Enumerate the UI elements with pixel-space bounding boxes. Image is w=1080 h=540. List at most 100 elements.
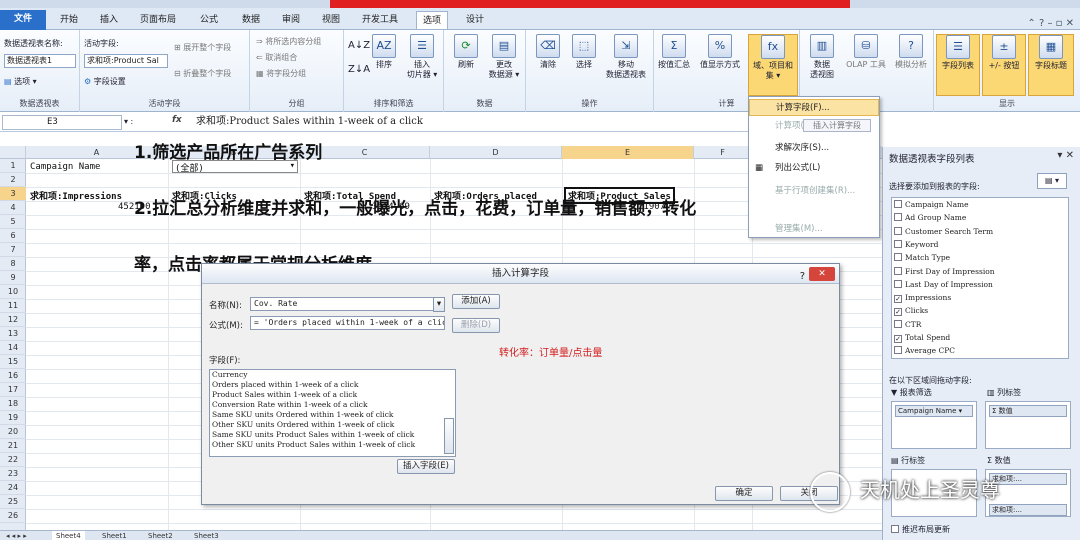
name-box-dropdown-icon[interactable]: ▾ : (124, 117, 133, 126)
insert-field-button[interactable]: 插入字段(E) (397, 459, 455, 474)
move-pivot-button[interactable]: ⇲ 移动 数据透视表 (602, 34, 650, 80)
row-header[interactable]: 21 (0, 439, 26, 453)
field-item[interactable]: Campaign Name (894, 200, 969, 209)
dialog-close-icon[interactable]: ✕ (809, 267, 835, 281)
pane-close-icon[interactable]: ▾ ✕ (1057, 150, 1074, 161)
active-field-input[interactable]: 求和项:Product Sal (84, 54, 168, 68)
pivot-name-input[interactable]: 数据透视表1 (4, 54, 76, 68)
field-item[interactable]: Ad Group Name (894, 213, 966, 222)
insert-slicer-button[interactable]: ☰ 插入 切片器 ▾ (402, 34, 442, 80)
field-item[interactable]: Customer Search Term (894, 226, 993, 236)
field-item[interactable]: Keyword (894, 239, 938, 249)
filter-chip[interactable]: Campaign Name ▾ (895, 405, 973, 417)
field-item[interactable]: ✓ Clicks (894, 306, 928, 317)
row-header[interactable]: 17 (0, 383, 26, 397)
field-item[interactable]: ✓ Impressions (894, 293, 951, 304)
sheet-tab-sheet3[interactable]: Sheet3 (190, 531, 223, 540)
row-header[interactable]: 2 (0, 173, 26, 187)
row-header[interactable]: 1 (0, 159, 26, 173)
field-checkbox-list[interactable]: Campaign Name Ad Group Name Customer Searc… (891, 197, 1069, 359)
name-dropdown-icon[interactable]: ▾ (433, 297, 445, 312)
field-list-button[interactable]: ☰ 字段列表 (936, 34, 980, 96)
field-item[interactable]: Last Day of Impression (894, 279, 993, 289)
tab-developer[interactable]: 开发工具 (356, 11, 404, 29)
tab-data[interactable]: 数据 (236, 11, 266, 29)
add-button[interactable]: 添加(A) (452, 294, 500, 309)
collapse-field-button[interactable]: ⊟ 折叠整个字段 (174, 68, 231, 79)
menu-item-create-set-rows[interactable]: 基于行项创建集(R)... (749, 183, 879, 200)
row-header[interactable]: 5 (0, 215, 26, 229)
ungroup-button[interactable]: ⇐ 取消组合 (256, 52, 297, 63)
row-header[interactable]: 6 (0, 229, 26, 243)
refresh-button[interactable]: ⟳ 刷新 (446, 34, 486, 70)
delete-button[interactable]: 删除(D) (452, 318, 500, 333)
options-button[interactable]: ▤ 选项 ▾ (4, 76, 37, 87)
row-header[interactable]: 15 (0, 355, 26, 369)
minimize-ribbon-icon[interactable]: ⌃ (1027, 18, 1035, 29)
row-header[interactable]: 4 (0, 201, 26, 215)
group-selection-button[interactable]: ⇒ 将所选内容分组 (256, 36, 321, 47)
column-header-d[interactable]: D (430, 146, 562, 159)
sheet-tab-sheet1[interactable]: Sheet1 (98, 531, 131, 540)
field-headers-button[interactable]: ▦ 字段标题 (1028, 34, 1074, 96)
row-header[interactable]: 24 (0, 481, 26, 495)
change-source-button[interactable]: ▤ 更改 数据源 ▾ (484, 34, 524, 80)
checkbox-icon[interactable]: ✓ (894, 308, 902, 317)
row-header[interactable]: 16 (0, 369, 26, 383)
row-header[interactable]: 7 (0, 243, 26, 257)
fields-items-sets-button[interactable]: fx 域、项目和 集 ▾ (748, 34, 798, 96)
tab-page-layout[interactable]: 页面布局 (134, 11, 182, 29)
field-item[interactable]: First Day of Impression (894, 266, 995, 276)
field-list-item[interactable]: Other SKU units Ordered within 1-week of… (212, 421, 394, 429)
plus-minus-button[interactable]: ± +/- 按钮 (982, 34, 1026, 96)
field-list-item[interactable]: Currency (212, 371, 247, 379)
checkbox-icon[interactable]: ✓ (894, 335, 902, 343)
checkbox-icon[interactable] (894, 346, 902, 355)
select-all-corner[interactable] (0, 146, 26, 159)
tab-view[interactable]: 视图 (316, 11, 346, 29)
cell-a1[interactable]: Campaign Name (30, 162, 100, 172)
show-values-as-button[interactable]: % 值显示方式 (696, 34, 744, 70)
summarize-by-button[interactable]: Σ 按值汇总 (654, 34, 694, 70)
clear-button[interactable]: ⌫ 清除 (528, 34, 568, 70)
checkbox-icon[interactable] (894, 213, 902, 222)
minimize-icon[interactable]: – (1047, 18, 1052, 29)
column-header-e[interactable]: E (562, 146, 694, 159)
field-list-item[interactable]: Product Sales within 1-week of a click (212, 391, 357, 399)
field-item[interactable]: Match Type (894, 253, 950, 262)
tab-file[interactable]: 文件 (0, 10, 46, 30)
help-icon[interactable]: ? (800, 267, 805, 287)
tab-home[interactable]: 开始 (54, 11, 84, 29)
report-filter-zone[interactable]: Campaign Name ▾ (891, 401, 977, 449)
row-header[interactable]: 25 (0, 495, 26, 509)
layout-options-icon[interactable]: ▤ ▾ (1037, 173, 1067, 189)
field-item[interactable]: CTR (894, 319, 921, 329)
sheet-nav-icon[interactable]: ◂ ◂ ▸ ▸ (2, 531, 31, 540)
checkbox-icon[interactable] (894, 279, 902, 288)
row-header[interactable]: 20 (0, 425, 26, 439)
row-header[interactable]: 10 (0, 285, 26, 299)
fx-icon[interactable]: fx (172, 115, 182, 125)
checkbox-icon[interactable]: ✓ (894, 295, 902, 304)
formula-input[interactable]: 求和项:Product Sales within 1-week of a cli… (196, 115, 423, 129)
row-header[interactable]: 23 (0, 467, 26, 481)
field-list-item[interactable]: Other SKU units Product Sales within 1-w… (212, 441, 415, 449)
field-item[interactable]: ✓ Total Spend (894, 333, 950, 343)
row-header[interactable]: 22 (0, 453, 26, 467)
row-header[interactable]: 14 (0, 341, 26, 355)
field-list-item[interactable]: Conversion Rate within 1-week of a click (212, 401, 368, 409)
row-header[interactable]: 18 (0, 397, 26, 411)
menu-item-solve-order[interactable]: 求解次序(S)... (749, 140, 879, 157)
field-list-item[interactable]: Orders placed within 1-week of a click (212, 381, 358, 389)
checkbox-icon[interactable] (894, 200, 902, 208)
close-icon[interactable]: ✕ (1066, 18, 1074, 29)
menu-item-list-formulas[interactable]: ▦ 列出公式(L) (749, 160, 879, 177)
sheet-tab-sheet4[interactable]: Sheet4 (52, 531, 85, 540)
field-list-item[interactable]: Same SKU units Product Sales within 1-we… (212, 431, 414, 439)
restore-icon[interactable]: ▫ (1056, 18, 1063, 29)
row-header[interactable]: 9 (0, 271, 26, 285)
name-input[interactable]: Cov. Rate (250, 297, 443, 311)
row-header[interactable]: 11 (0, 299, 26, 313)
expand-field-button[interactable]: ⊞ 展开整个字段 (174, 42, 231, 53)
field-list-item[interactable]: Same SKU units Ordered within 1-week of … (212, 411, 393, 419)
